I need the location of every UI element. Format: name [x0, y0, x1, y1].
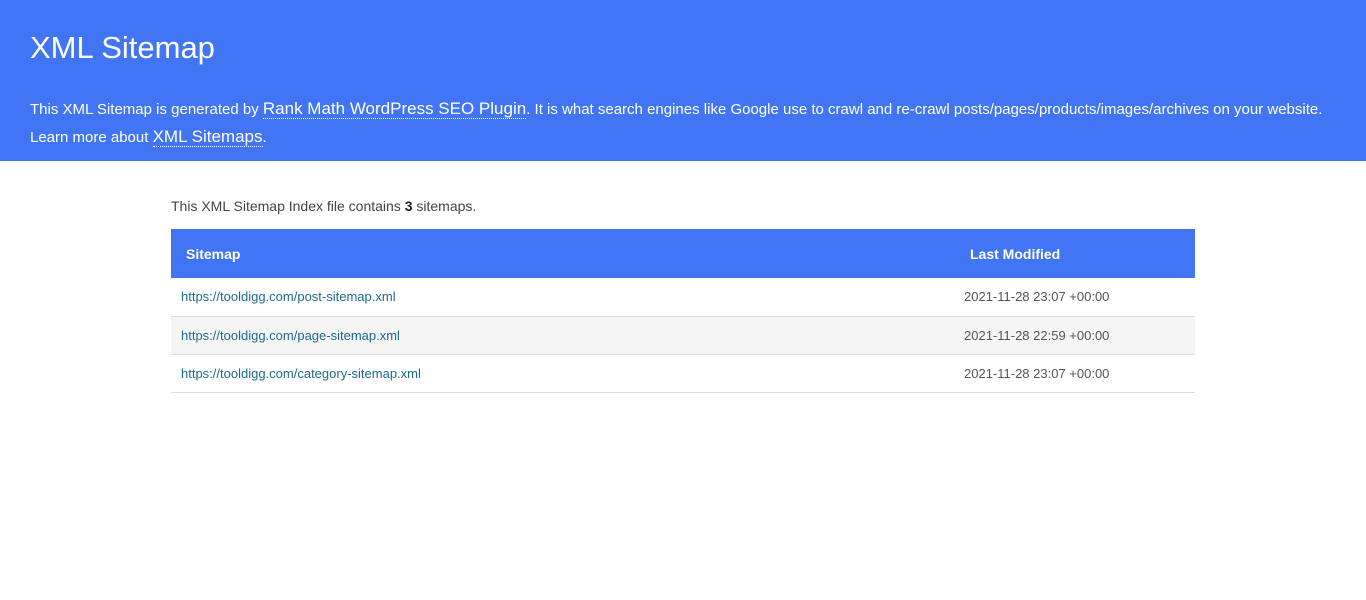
- sitemap-cell: https://tooldigg.com/category-sitemap.xm…: [171, 354, 946, 392]
- last-modified-cell: 2021-11-28 23:07 +00:00: [964, 365, 1110, 381]
- table-body: https://tooldigg.com/post-sitemap.xml 20…: [171, 278, 1195, 392]
- summary-suffix: sitemaps.: [412, 198, 477, 214]
- sitemap-link[interactable]: https://tooldigg.com/post-sitemap.xml: [181, 289, 396, 304]
- intro-text: This XML Sitemap is generated by Rank Ma…: [30, 95, 1336, 151]
- sitemap-link[interactable]: https://tooldigg.com/page-sitemap.xml: [181, 328, 400, 343]
- sitemap-table: Sitemap Last Modified https://tooldigg.c…: [171, 229, 1195, 393]
- last-modified-cell: 2021-11-28 23:07 +00:00: [964, 289, 1110, 305]
- table-header-row: Sitemap Last Modified: [171, 229, 1195, 278]
- column-header-sitemap: Sitemap: [186, 245, 241, 262]
- sitemap-link[interactable]: https://tooldigg.com/category-sitemap.xm…: [181, 366, 421, 381]
- intro-suffix: .: [262, 129, 267, 146]
- last-modified-cell: 2021-11-28 22:59 +00:00: [964, 327, 1110, 343]
- rank-math-plugin-link[interactable]: Rank Math WordPress SEO Plugin: [262, 99, 527, 119]
- table-row: https://tooldigg.com/post-sitemap.xml 20…: [171, 278, 1195, 316]
- page-title: XML Sitemap: [30, 30, 215, 65]
- table-row: https://tooldigg.com/category-sitemap.xm…: [171, 354, 1195, 392]
- table-header: Sitemap Last Modified: [171, 229, 1195, 278]
- header-banner: XML Sitemap This XML Sitemap is generate…: [0, 0, 1366, 161]
- sitemap-summary: This XML Sitemap Index file contains 3 s…: [171, 197, 1195, 215]
- sitemap-cell: https://tooldigg.com/post-sitemap.xml: [171, 278, 946, 316]
- column-header-last-modified: Last Modified: [970, 245, 1061, 262]
- table-row: https://tooldigg.com/page-sitemap.xml 20…: [171, 316, 1195, 354]
- sitemap-count: 3: [404, 198, 413, 214]
- summary-prefix: This XML Sitemap Index file contains: [171, 198, 405, 214]
- xml-sitemaps-link[interactable]: XML Sitemaps: [152, 127, 263, 147]
- main-content: This XML Sitemap Index file contains 3 s…: [171, 161, 1195, 393]
- intro-prefix: This XML Sitemap is generated by: [30, 101, 263, 118]
- sitemap-cell: https://tooldigg.com/page-sitemap.xml: [171, 316, 946, 354]
